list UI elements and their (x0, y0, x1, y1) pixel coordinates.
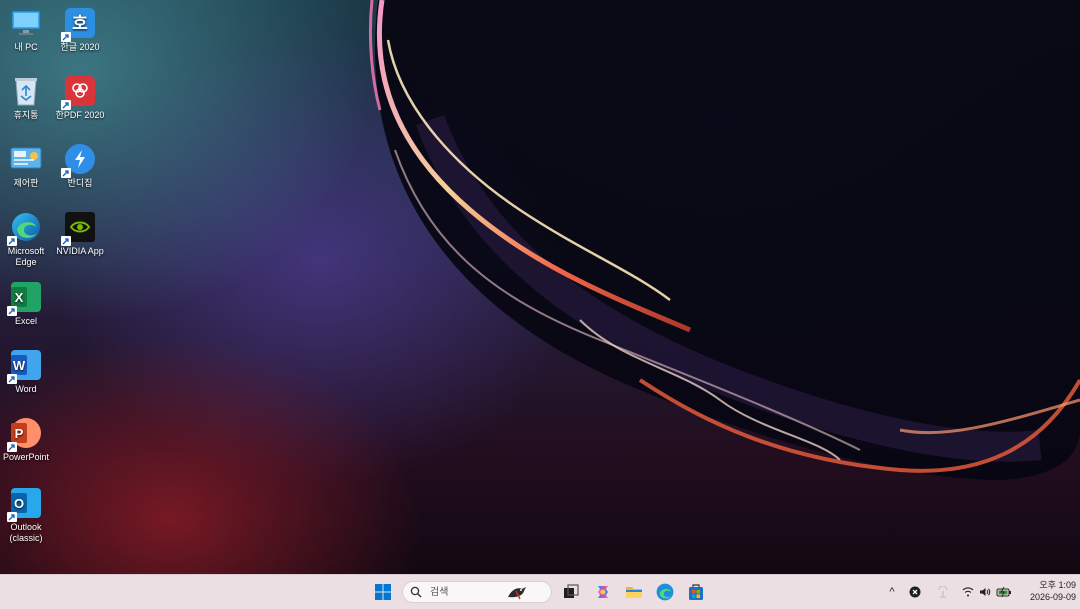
shortcut-arrow-icon (7, 512, 17, 522)
wifi-icon (962, 587, 974, 597)
copilot-icon (598, 586, 608, 598)
chevron-up-icon: ^ (889, 586, 895, 598)
desktop-icon-powerpoint[interactable]: P PowerPoint (0, 416, 54, 463)
desktop-icon-label: PowerPoint (2, 452, 50, 462)
desktop-icon-label: 내 PC (14, 42, 38, 52)
desktop-icon-label: Word (15, 384, 37, 394)
quick-settings-button[interactable] (960, 583, 1014, 601)
microsoft-store-icon (689, 584, 703, 600)
shortcut-arrow-icon (61, 236, 71, 246)
shortcut-arrow-icon (7, 306, 17, 316)
copilot-button[interactable] (591, 580, 615, 604)
excel-icon: X (7, 280, 43, 316)
task-view-button[interactable] (559, 580, 583, 604)
show-hidden-icons-button[interactable]: ^ (884, 583, 900, 601)
bandizip-icon (61, 142, 97, 178)
desktop-icon-word[interactable]: W Word (0, 348, 54, 395)
microsoft-store-button[interactable] (684, 580, 708, 604)
file-explorer-button[interactable] (622, 580, 646, 604)
search-icon (410, 586, 422, 598)
desktop-icon-label: 제어판 (13, 178, 39, 188)
shortcut-arrow-icon (61, 100, 71, 110)
search-input[interactable] (428, 585, 512, 599)
desktop-icon-hangul-2020[interactable]: 호 한글 2020 (52, 6, 108, 53)
word-icon: W (7, 348, 43, 384)
taskbar: ^ 오후 1:09 2026-09-09 (0, 574, 1080, 609)
task-view-icon (564, 584, 579, 598)
desktop-icon-control-panel[interactable]: 제어판 (0, 142, 54, 189)
control-panel-icon (9, 142, 43, 176)
desktop-icon-label: 한글 2020 (60, 42, 100, 52)
desktop-icon-excel[interactable]: X Excel (0, 280, 54, 327)
edge-icon (7, 210, 43, 246)
hanpdf-2020-icon (61, 74, 97, 110)
outlook-icon: O (7, 486, 43, 522)
desktop-icon-label: Microsoft Edge (7, 246, 45, 267)
start-button[interactable] (371, 580, 395, 604)
clock-time: 오후 1:09 (1039, 580, 1076, 590)
search-highlight-icon (508, 587, 526, 600)
shortcut-arrow-icon (7, 442, 17, 452)
windows-start-icon (375, 584, 391, 600)
edge-icon (656, 583, 674, 601)
recycle-bin-icon (9, 74, 43, 108)
desktop-icon-nvidia-app[interactable]: NVIDIA App (52, 210, 108, 257)
desktop-icon-this-pc[interactable]: 내 PC (0, 6, 54, 53)
antenna-icon (938, 586, 948, 598)
taskbar-clock[interactable]: 오후 1:09 2026-09-09 (1016, 579, 1076, 603)
desktop-icon-label: NVIDIA App (56, 246, 104, 256)
desktop-wallpaper (0, 0, 1080, 574)
shortcut-arrow-icon (61, 168, 71, 178)
taskbar-search-box[interactable] (402, 581, 552, 603)
desktop-icon-label: 반디집 (67, 178, 93, 188)
shortcut-arrow-icon (7, 374, 17, 384)
desktop-icon-label: 휴지통 (13, 110, 39, 120)
shortcut-arrow-icon (7, 236, 17, 246)
shortcut-arrow-icon (61, 32, 71, 42)
file-explorer-icon (626, 587, 642, 598)
powerpoint-icon: P (7, 416, 43, 452)
desktop-icon-bandizip[interactable]: 반디집 (52, 142, 108, 189)
hangul-2020-icon: 호 (61, 6, 97, 42)
volume-icon (980, 588, 991, 596)
tray-network-app-button[interactable] (934, 583, 952, 601)
desktop-icon-hanpdf-2020[interactable]: 한PDF 2020 (52, 74, 108, 121)
desktop-icon-label: Excel (14, 316, 37, 326)
edge-taskbar-button[interactable] (653, 580, 677, 604)
nvidia-icon (61, 210, 97, 246)
tray-app-button[interactable] (906, 583, 924, 601)
clock-date: 2026-09-09 (1029, 592, 1076, 602)
battery-charging-icon (996, 587, 1011, 597)
wallpaper-art (368, 0, 1080, 480)
desktop-icon-microsoft-edge[interactable]: Microsoft Edge (0, 210, 54, 268)
desktop-icon-label: 한PDF 2020 (55, 110, 105, 120)
close-circle-icon (909, 586, 921, 598)
this-pc-icon (9, 6, 43, 40)
desktop-icon-outlook[interactable]: O Outlook (classic) (0, 486, 54, 544)
desktop-icon-label: Outlook (classic) (9, 522, 43, 543)
desktop-icon-recycle-bin[interactable]: 휴지통 (0, 74, 54, 121)
